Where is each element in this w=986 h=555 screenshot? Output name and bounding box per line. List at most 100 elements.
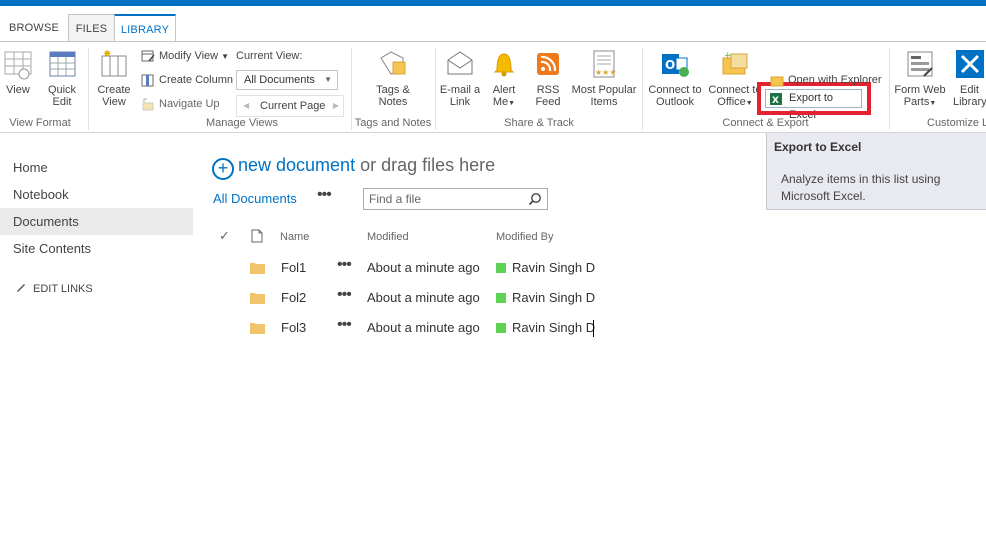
tooltip-body: Analyze items in this list using Microso… bbox=[781, 172, 941, 203]
form-web-parts-button[interactable]: Form Web Parts▼ bbox=[893, 48, 947, 110]
quick-launch: Home Notebook Documents Site Contents bbox=[0, 154, 193, 262]
open-with-explorer-button[interactable]: Open with Explorer bbox=[770, 70, 882, 90]
item-modified-by[interactable]: Ravin Singh D bbox=[512, 320, 595, 335]
table-row[interactable]: Fol1 ••• About a minute ago Ravin Singh … bbox=[0, 254, 986, 284]
ribbon-tab-row: BROWSE FILES LIBRARY bbox=[0, 6, 986, 43]
create-column-icon bbox=[141, 74, 154, 87]
quick-edit-button[interactable]: Quick Edit bbox=[44, 48, 80, 108]
email-link-label: E-mail a Link bbox=[439, 84, 481, 108]
item-modified: About a minute ago bbox=[367, 260, 480, 275]
item-menu-ellipsis-icon[interactable]: ••• bbox=[337, 316, 352, 334]
current-view-dropdown[interactable]: All Documents ▼ bbox=[236, 70, 338, 90]
nav-item-documents[interactable]: Documents bbox=[0, 208, 193, 235]
current-page-pager: ◀ Current Page ▶ bbox=[236, 95, 344, 117]
explorer-folder-icon bbox=[770, 76, 784, 87]
ribbon: View Quick Edit View Format ✸ Create View … bbox=[0, 41, 986, 133]
group-label-customize: Customize Li bbox=[927, 117, 986, 129]
export-excel-tooltip: Export to Excel Analyze items in this li… bbox=[766, 133, 986, 210]
rss-icon bbox=[537, 53, 559, 75]
view-button[interactable]: View bbox=[0, 48, 36, 96]
tag-icon bbox=[380, 51, 406, 75]
table-row[interactable]: Fol3 ••• About a minute ago Ravin Singh … bbox=[0, 314, 986, 344]
select-all-check-icon[interactable]: ✓ bbox=[219, 228, 230, 244]
group-separator bbox=[88, 48, 89, 130]
popular-items-icon: ★★★ bbox=[593, 50, 617, 78]
svg-text:O: O bbox=[665, 58, 675, 72]
alert-me-button[interactable]: Alert Me▼ bbox=[488, 48, 520, 110]
drag-files-hint: or drag files here bbox=[360, 155, 496, 175]
item-name[interactable]: Fol1 bbox=[281, 260, 306, 275]
quick-edit-icon bbox=[49, 51, 76, 77]
item-modified: About a minute ago bbox=[367, 290, 480, 305]
most-popular-items-button[interactable]: ★★★ Most Popular Items bbox=[571, 48, 637, 108]
column-header-modified-by[interactable]: Modified By bbox=[496, 231, 553, 243]
most-popular-label: Most Popular Items bbox=[571, 84, 637, 108]
tab-library[interactable]: LIBRARY bbox=[114, 14, 176, 43]
rss-feed-button[interactable]: RSS Feed bbox=[532, 48, 564, 108]
search-icon[interactable] bbox=[528, 192, 542, 206]
group-separator bbox=[889, 48, 890, 130]
document-type-icon bbox=[251, 229, 263, 243]
outlook-icon: O bbox=[662, 54, 689, 77]
tooltip-title: Export to Excel bbox=[774, 140, 862, 154]
nav-item-notebook[interactable]: Notebook bbox=[0, 181, 193, 208]
presence-indicator bbox=[496, 293, 506, 303]
modify-view-icon bbox=[141, 50, 155, 62]
connect-outlook-label: Connect to Outlook bbox=[648, 84, 702, 108]
new-document-link[interactable]: + new document or drag files here bbox=[212, 155, 495, 180]
navigate-up-button[interactable]: Navigate Up bbox=[141, 94, 220, 114]
prev-page-icon[interactable]: ◀ bbox=[243, 96, 249, 116]
item-modified-by[interactable]: Ravin Singh D bbox=[512, 290, 595, 305]
chevron-down-icon: ▼ bbox=[929, 100, 937, 107]
folder-icon bbox=[250, 263, 265, 274]
svg-text:+: + bbox=[724, 51, 732, 61]
edit-library-label: Edit Library bbox=[953, 84, 986, 108]
view-options-ellipsis-icon[interactable]: ••• bbox=[317, 186, 332, 204]
group-label-share-track: Share & Track bbox=[504, 117, 574, 129]
table-row[interactable]: Fol2 ••• About a minute ago Ravin Singh … bbox=[0, 284, 986, 314]
current-view-label: Current View: bbox=[236, 50, 303, 62]
tab-browse[interactable]: BROWSE bbox=[0, 14, 68, 41]
item-modified-by[interactable]: Ravin Singh D bbox=[512, 260, 595, 275]
edit-library-button[interactable]: Edit Library bbox=[953, 48, 986, 108]
tab-files[interactable]: FILES bbox=[68, 14, 114, 41]
svg-text:✸: ✸ bbox=[103, 49, 111, 60]
email-icon bbox=[447, 51, 473, 75]
view-label: View bbox=[6, 84, 30, 96]
next-page-icon[interactable]: ▶ bbox=[333, 96, 339, 116]
svg-text:★★★: ★★★ bbox=[595, 68, 617, 77]
alert-me-label: Alert Me▼ bbox=[492, 84, 516, 108]
nav-item-home[interactable]: Home bbox=[0, 154, 193, 181]
view-all-documents[interactable]: All Documents bbox=[213, 191, 297, 206]
item-menu-ellipsis-icon[interactable]: ••• bbox=[337, 256, 352, 274]
modify-view-button[interactable]: Modify View ▼ bbox=[141, 46, 229, 66]
create-view-button[interactable]: ✸ Create View bbox=[96, 48, 132, 108]
tags-notes-label: Tags & Notes bbox=[376, 84, 410, 108]
connect-outlook-button[interactable]: O Connect to Outlook bbox=[646, 48, 704, 108]
form-web-parts-icon bbox=[907, 51, 933, 77]
create-view-label: Create View bbox=[97, 84, 131, 108]
tools-icon bbox=[955, 50, 984, 78]
form-web-parts-label: Form Web Parts▼ bbox=[894, 84, 946, 108]
presence-indicator bbox=[496, 323, 506, 333]
folder-icon bbox=[250, 293, 265, 304]
current-page-label: Current Page bbox=[260, 100, 326, 112]
find-file-input[interactable]: Find a file bbox=[363, 188, 548, 210]
column-header-modified[interactable]: Modified bbox=[367, 231, 409, 243]
item-name[interactable]: Fol3 bbox=[281, 320, 306, 335]
column-header-name[interactable]: Name bbox=[280, 231, 309, 243]
email-link-button[interactable]: E-mail a Link bbox=[439, 48, 481, 108]
bell-icon bbox=[493, 53, 515, 77]
item-menu-ellipsis-icon[interactable]: ••• bbox=[337, 286, 352, 304]
create-column-button[interactable]: Create Column bbox=[141, 70, 233, 90]
connect-office-button[interactable]: + Connect to Office▼ bbox=[707, 48, 763, 110]
chevron-down-icon: ▼ bbox=[745, 100, 753, 107]
navigate-up-icon bbox=[142, 98, 154, 111]
item-modified: About a minute ago bbox=[367, 320, 480, 335]
chevron-down-icon: ▼ bbox=[324, 75, 332, 84]
plus-circle-icon: + bbox=[212, 158, 234, 180]
rss-feed-label: RSS Feed bbox=[535, 84, 561, 108]
item-name[interactable]: Fol2 bbox=[281, 290, 306, 305]
text-cursor bbox=[593, 320, 594, 337]
tags-notes-button[interactable]: Tags & Notes bbox=[360, 48, 426, 108]
